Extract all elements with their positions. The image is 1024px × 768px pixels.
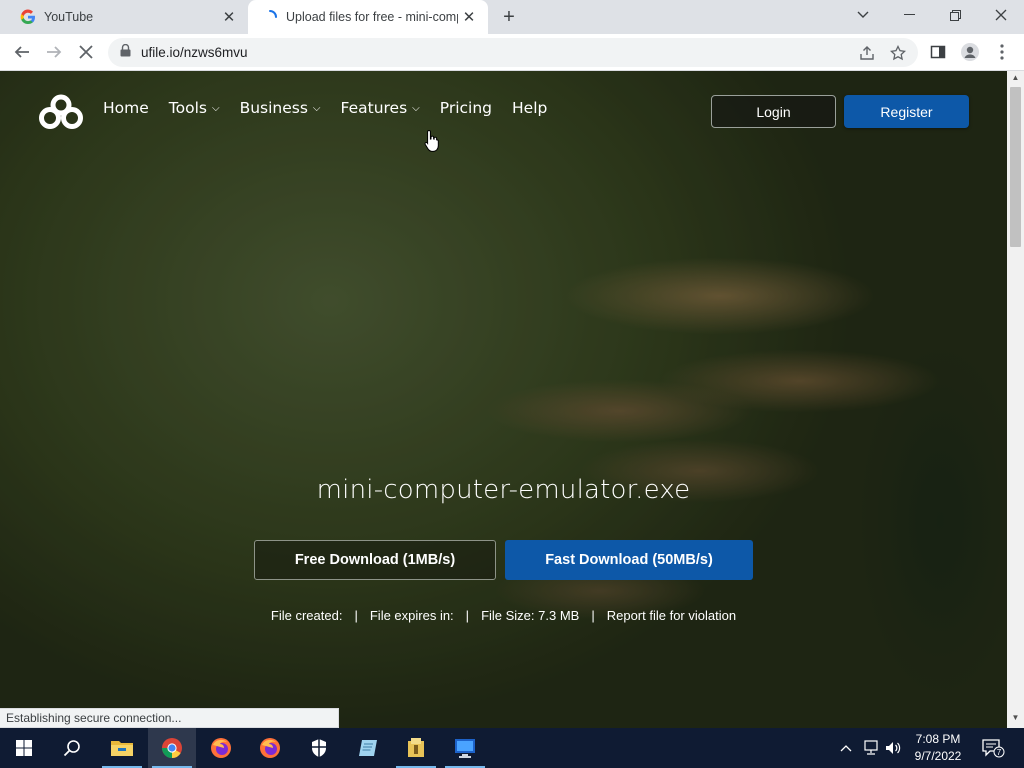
- hand-pointer-cursor-icon: [424, 129, 440, 153]
- close-tab-icon[interactable]: ✕: [218, 6, 240, 28]
- tab-search-chevron-icon[interactable]: [840, 0, 886, 30]
- nav-tools[interactable]: Tools ⌵: [169, 99, 220, 117]
- file-expires-label: File expires in:: [369, 608, 454, 623]
- firefox-icon[interactable]: [246, 728, 294, 768]
- tab-youtube[interactable]: YouTube ✕: [8, 0, 248, 34]
- search-icon[interactable]: [48, 728, 96, 768]
- nav-help[interactable]: Help: [512, 99, 547, 117]
- scroll-up-arrow-icon[interactable]: ▲: [1007, 73, 1024, 85]
- tab-strip: YouTube ✕ Upload files for free - mini-c…: [0, 0, 1024, 34]
- tab-ufile[interactable]: Upload files for free - mini-comp ✕: [248, 0, 488, 34]
- notifications-icon[interactable]: 7: [978, 728, 1008, 768]
- separator: |: [465, 608, 470, 623]
- tab-title: Upload files for free - mini-comp: [286, 10, 458, 24]
- menu-kebab-icon[interactable]: [988, 38, 1016, 66]
- free-download-button[interactable]: Free Download (1MB/s): [254, 540, 496, 580]
- profile-avatar-icon[interactable]: [956, 38, 984, 66]
- lock-icon[interactable]: [120, 43, 131, 62]
- minimize-button[interactable]: [886, 0, 932, 30]
- file-size-label: File Size: 7.3 MB: [481, 608, 580, 623]
- report-file-link[interactable]: Report file for violation: [607, 608, 736, 623]
- system-clock[interactable]: 7:08 PM 9/7/2022: [905, 731, 971, 765]
- browser-toolbar: ufile.io/nzws6mvu: [0, 34, 1024, 71]
- notification-count: 7: [997, 748, 1002, 757]
- file-info-row: File created: | File expires in: | File …: [0, 608, 1007, 623]
- loading-spinner-icon: [262, 9, 278, 25]
- page-scrollbar[interactable]: ▲ ▼: [1007, 71, 1024, 728]
- share-icon[interactable]: [858, 44, 876, 62]
- separator: |: [591, 608, 595, 623]
- background-photo: [0, 71, 1007, 728]
- login-button[interactable]: Login: [711, 95, 836, 128]
- side-panel-icon[interactable]: [924, 38, 952, 66]
- chevron-down-icon: ⌵: [211, 102, 220, 114]
- windows-security-icon[interactable]: [295, 728, 343, 768]
- file-created-label: File created:: [270, 608, 343, 623]
- tab-title: YouTube: [44, 10, 94, 24]
- scroll-down-arrow-icon[interactable]: ▼: [1007, 713, 1024, 725]
- google-icon: [20, 9, 36, 25]
- windows-taskbar: 7:08 PM 9/7/2022 7: [0, 728, 1024, 768]
- nav-features[interactable]: Features ⌵: [341, 99, 420, 117]
- register-button[interactable]: Register: [844, 95, 969, 128]
- clock-date: 9/7/2022: [914, 749, 962, 763]
- new-tab-button[interactable]: +: [497, 5, 521, 29]
- web-page-viewport: Home Tools ⌵ Business ⌵ Features ⌵ Pricing …: [0, 71, 1007, 728]
- start-icon[interactable]: [0, 728, 48, 768]
- main-nav: Home Tools ⌵ Business ⌵ Features ⌵ Pricing …: [103, 99, 567, 117]
- ufile-logo-icon[interactable]: [38, 94, 84, 130]
- back-button[interactable]: [8, 38, 36, 66]
- url-text: ufile.io/nzws6mvu: [141, 45, 248, 60]
- nav-home[interactable]: Home: [103, 99, 149, 117]
- volume-icon[interactable]: [882, 728, 904, 768]
- archive-icon[interactable]: [392, 728, 440, 768]
- nav-business[interactable]: Business ⌵: [240, 99, 321, 117]
- separator: |: [354, 608, 358, 623]
- chevron-down-icon: ⌵: [312, 102, 321, 114]
- address-bar[interactable]: ufile.io/nzws6mvu: [108, 38, 918, 67]
- chevron-up-icon[interactable]: [836, 728, 856, 768]
- firefox-icon[interactable]: [197, 728, 245, 768]
- close-tab-icon[interactable]: ✕: [458, 6, 480, 28]
- restore-button[interactable]: [932, 0, 978, 30]
- close-window-button[interactable]: [978, 0, 1024, 30]
- file-name-heading: mini-computer-emulator.exe: [316, 475, 691, 505]
- stop-loading-button[interactable]: [72, 38, 100, 66]
- network-icon[interactable]: [860, 728, 882, 768]
- chrome-icon[interactable]: [148, 728, 196, 768]
- scrollbar-thumb[interactable]: [1010, 87, 1021, 247]
- forward-button[interactable]: [40, 38, 68, 66]
- notepad-icon[interactable]: [344, 728, 392, 768]
- bookmark-star-icon[interactable]: [889, 44, 907, 62]
- nav-pricing[interactable]: Pricing: [440, 99, 492, 117]
- remote-desktop-icon[interactable]: [441, 728, 489, 768]
- clock-time: 7:08 PM: [915, 732, 961, 746]
- file-explorer-icon[interactable]: [98, 728, 146, 768]
- fast-download-button[interactable]: Fast Download (50MB/s): [505, 540, 753, 580]
- chevron-down-icon: ⌵: [412, 102, 420, 114]
- status-bubble: Establishing secure connection...: [0, 708, 339, 728]
